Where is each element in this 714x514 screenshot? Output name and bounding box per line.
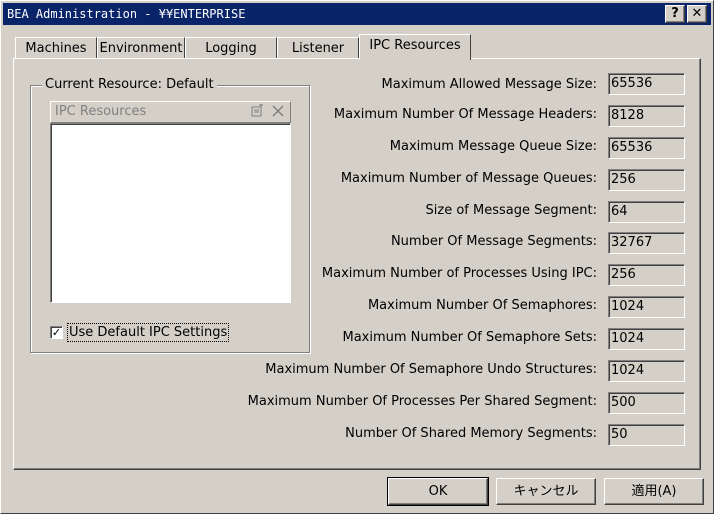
tab-logging[interactable]: Logging	[185, 37, 277, 59]
tab-label: Listener	[291, 41, 345, 56]
help-button[interactable]: ?	[665, 5, 685, 23]
max-semaphores-input[interactable]: 1024	[608, 296, 685, 318]
tab-label: IPC Resources	[369, 38, 461, 53]
ipc-resources-list-header: IPC Resources	[50, 101, 291, 123]
max-semaphore-sets-input[interactable]: 1024	[608, 328, 685, 350]
check-mark-icon: ✓	[51, 326, 62, 339]
tab-label: Environment	[99, 41, 183, 56]
message-segments-label: Number Of Message Segments:	[390, 234, 597, 249]
tab-listener[interactable]: Listener	[277, 37, 359, 59]
max-message-size-input[interactable]: 65536	[608, 73, 685, 95]
tab-machines[interactable]: Machines	[15, 37, 97, 59]
current-resource-legend: Current Resource: Default	[42, 77, 217, 92]
message-segments-input[interactable]: 32767	[608, 232, 685, 254]
message-segment-size-label: Size of Message Segment:	[425, 203, 597, 218]
max-semaphores-label: Maximum Number Of Semaphores:	[367, 298, 597, 313]
title-bar: BEA Administration - ¥¥ENTERPRISE	[3, 3, 711, 25]
shared-memory-segments-input[interactable]: 50	[608, 424, 685, 446]
ok-button[interactable]: OK	[387, 477, 489, 506]
tab-environment[interactable]: Environment	[97, 37, 185, 59]
max-processes-ipc-label: Maximum Number of Processes Using IPC:	[321, 266, 597, 281]
max-queue-size-label: Maximum Message Queue Size:	[389, 139, 597, 154]
tab-label: Machines	[25, 41, 87, 56]
max-queues-input[interactable]: 256	[608, 169, 685, 191]
use-default-label[interactable]: Use Default IPC Settings	[67, 323, 230, 342]
max-message-size-label: Maximum Allowed Message Size:	[381, 77, 597, 92]
cancel-button[interactable]: キャンセル	[496, 478, 596, 505]
dialog-window: BEA Administration - ¥¥ENTERPRISE ? ✕ Ma…	[0, 0, 714, 514]
new-item-icon[interactable]	[249, 103, 265, 120]
max-semaphore-undo-label: Maximum Number Of Semaphore Undo Structu…	[265, 362, 597, 377]
list-header-label: IPC Resources	[55, 104, 147, 119]
max-semaphore-undo-input[interactable]: 1024	[608, 360, 685, 382]
max-semaphore-sets-label: Maximum Number Of Semaphore Sets:	[342, 330, 598, 345]
max-queues-label: Maximum Number of Message Queues:	[340, 171, 597, 186]
apply-button[interactable]: 適用(A)	[604, 478, 704, 505]
max-processes-ipc-input[interactable]: 256	[608, 264, 685, 286]
ipc-resources-list[interactable]	[50, 123, 291, 303]
shared-memory-segments-label: Number Of Shared Memory Segments:	[345, 426, 597, 441]
max-message-headers-label: Maximum Number Of Message Headers:	[333, 107, 597, 122]
max-message-headers-input[interactable]: 8128	[608, 105, 685, 127]
max-processes-per-segment-input[interactable]: 500	[608, 392, 685, 414]
window-title: BEA Administration - ¥¥ENTERPRISE	[7, 7, 246, 21]
close-button[interactable]: ✕	[687, 5, 707, 23]
max-processes-per-segment-label: Maximum Number Of Processes Per Shared S…	[247, 394, 597, 409]
message-segment-size-input[interactable]: 64	[608, 201, 685, 223]
tab-label: Logging	[205, 41, 257, 56]
max-queue-size-input[interactable]: 65536	[608, 137, 685, 159]
use-default-checkbox[interactable]: ✓	[50, 326, 63, 339]
help-icon: ?	[671, 6, 679, 21]
close-icon: ✕	[691, 6, 703, 21]
delete-icon[interactable]	[270, 104, 286, 120]
tab-ipc-resources[interactable]: IPC Resources	[359, 34, 471, 60]
